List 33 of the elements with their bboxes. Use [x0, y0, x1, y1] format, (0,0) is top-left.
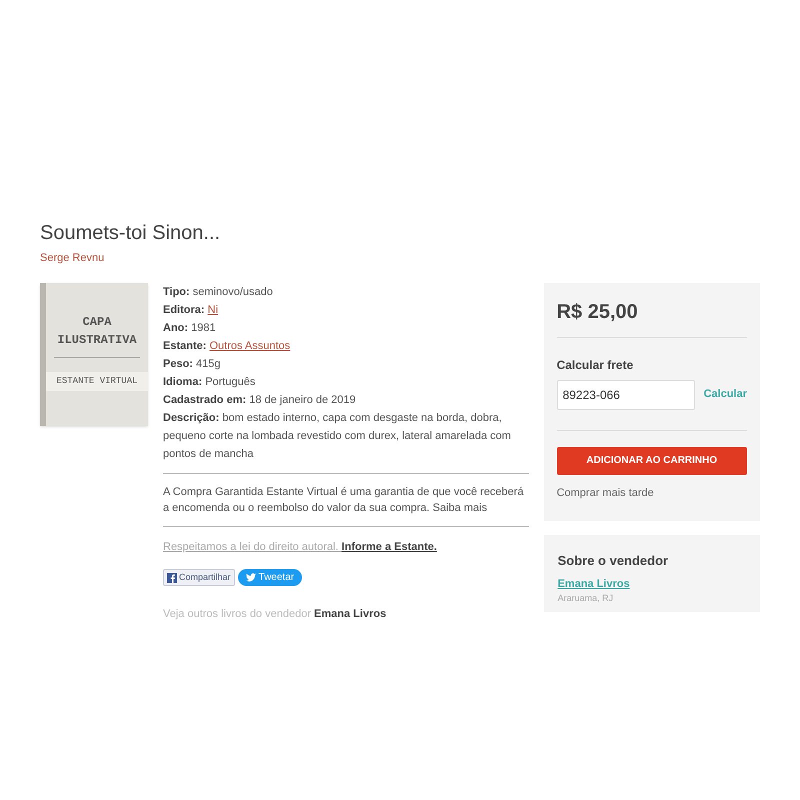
price: R$ 25,00 [556, 300, 639, 324]
seller-link[interactable]: Emana Livros [558, 576, 746, 592]
bird-icon [246, 573, 256, 582]
detail-line: Editora: Ni [163, 302, 220, 318]
detail-link[interactable]: Outros Assuntos [209, 340, 290, 352]
add-to-cart-button[interactable]: ADICIONAR AO CARRINHO [556, 446, 747, 474]
zip-input[interactable]: 89223-066 [556, 380, 695, 410]
detail-line: Descrição: bom estado interno, capa com desgaste na borda, dobra, pequeno corte na lombada revestido com durex, lateral amarelada com pontos de mancha [163, 410, 512, 462]
seller-books-link[interactable]: Emana Livros [314, 608, 386, 620]
buy-later-link[interactable]: Comprar mais tarde [556, 484, 747, 501]
tweet-button[interactable]: Tweetar [238, 569, 302, 586]
detail-line: Ano: 1981 [163, 320, 217, 336]
report-link[interactable]: Informe a Estante. [342, 540, 437, 552]
cover-label: ESTANTE VIRTUAL [46, 372, 148, 391]
detail-line: Idioma: Português [163, 374, 256, 390]
guarantee-text: A Compra Garantida Estante Virtual é uma garantia de que você receberá a encomenda ou o reembolso do valor da sua compra. Saiba mais [163, 484, 525, 516]
calculate-link[interactable]: Calcular [704, 386, 747, 403]
seller-heading: Sobre o vendedor [558, 552, 670, 570]
cover-text: CAPA [82, 314, 112, 330]
author-link[interactable]: Serge Revnu [40, 250, 760, 266]
seller-location: Araruama, RJ [558, 592, 614, 605]
shipping-heading: Calcular frete [556, 356, 634, 374]
detail-line: Cadastrado em: 18 de janeiro de 2019 [163, 392, 357, 408]
seller-books-text: Veja outros livros do vendedor Emana Livros [163, 607, 388, 622]
facebook-share-button[interactable]: Compartilhar [163, 569, 235, 586]
cover-text: ILUSTRATIVA [57, 332, 137, 348]
detail-line: Estante: Outros Assuntos [163, 338, 292, 354]
detail-line: Peso: 415g [163, 356, 222, 372]
detail-link[interactable]: Ni [208, 304, 218, 316]
copyright-notice: Respeitamos a lei do direito autoral. Informe a Estante. [163, 540, 438, 554]
facebook-icon [167, 572, 177, 582]
detail-line: Tipo: seminovo/usado [163, 284, 274, 300]
book-title: Soumets-toi Sinon... [40, 221, 222, 246]
